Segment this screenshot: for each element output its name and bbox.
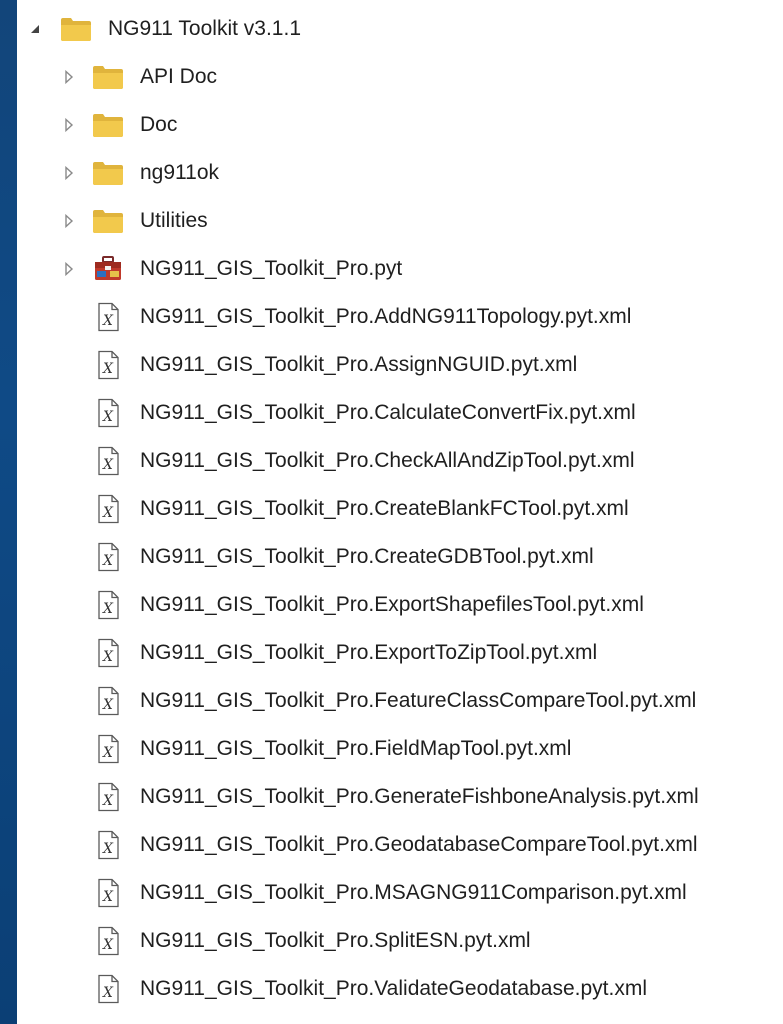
folder-icon [91,110,125,140]
svg-text:X: X [102,361,114,377]
svg-text:X: X [102,409,114,425]
svg-text:X: X [102,745,114,761]
collapsed-triangle-icon[interactable] [62,214,76,228]
tree-item-root[interactable]: NG911 Toolkit v3.1.1 [17,5,783,53]
xml-file-icon: X [91,830,125,860]
tree-item-folder[interactable]: Doc [17,101,783,149]
tree-item-label: NG911_GIS_Toolkit_Pro.CreateGDBTool.pyt.… [140,545,594,568]
xml-file-icon: X [91,350,125,380]
tree-item-label: NG911_GIS_Toolkit_Pro.AddNG911Topology.p… [140,305,632,328]
expanded-triangle-icon[interactable] [28,22,42,36]
collapsed-triangle-icon[interactable] [62,118,76,132]
tree-item-label: Utilities [140,209,208,232]
xml-file-icon: X [91,782,125,812]
tree-item-file[interactable]: X NG911_GIS_Toolkit_Pro.GeodatabaseCompa… [17,821,783,869]
tree-item-label: NG911_GIS_Toolkit_Pro.GeodatabaseCompare… [140,833,698,856]
xml-file-icon: X [91,542,125,572]
tree-item-label: NG911_GIS_Toolkit_Pro.AssignNGUID.pyt.xm… [140,353,578,376]
svg-text:X: X [102,553,114,569]
xml-file-icon: X [91,734,125,764]
tree-item-label: NG911_GIS_Toolkit_Pro.FieldMapTool.pyt.x… [140,737,572,760]
xml-file-icon: X [91,686,125,716]
tree-item-file[interactable]: X NG911_GIS_Toolkit_Pro.FeatureClassComp… [17,677,783,725]
folder-icon [91,62,125,92]
tree-item-label: NG911_GIS_Toolkit_Pro.ExportToZipTool.py… [140,641,598,664]
tree-item-file[interactable]: X NG911_GIS_Toolkit_Pro.CreateBlankFCToo… [17,485,783,533]
xml-file-icon: X [91,878,125,908]
tree-item-file[interactable]: X NG911_GIS_Toolkit_Pro.FieldMapTool.pyt… [17,725,783,773]
svg-text:X: X [102,505,114,521]
tree-item-folder[interactable]: ng911ok [17,149,783,197]
tree-item-label: NG911_GIS_Toolkit_Pro.GenerateFishboneAn… [140,785,699,808]
tree-item-folder[interactable]: Utilities [17,197,783,245]
folder-icon [91,158,125,188]
xml-file-icon: X [91,302,125,332]
folder-icon [59,15,93,43]
collapsed-triangle-icon[interactable] [62,166,76,180]
tree-item-toolbox[interactable]: NG911_GIS_Toolkit_Pro.pyt [17,245,783,293]
svg-text:X: X [102,841,114,857]
xml-file-icon: X [91,974,125,1004]
tree-item-label: NG911_GIS_Toolkit_Pro.ValidateGeodatabas… [140,977,648,1000]
tree-item-file[interactable]: X NG911_GIS_Toolkit_Pro.MSAGNG911Compari… [17,869,783,917]
python-toolbox-icon [91,254,125,284]
svg-text:X: X [102,889,114,905]
svg-text:X: X [102,649,114,665]
xml-file-icon: X [91,494,125,524]
tree-item-label: NG911_GIS_Toolkit_Pro.FeatureClassCompar… [140,689,697,712]
tree-item-file[interactable]: X NG911_GIS_Toolkit_Pro.AssignNGUID.pyt.… [17,341,783,389]
tree-item-label: NG911_GIS_Toolkit_Pro.pyt [140,257,403,280]
collapsed-triangle-icon[interactable] [62,70,76,84]
tree-item-label: NG911_GIS_Toolkit_Pro.MSAGNG911Compariso… [140,881,687,904]
tree-item-file[interactable]: X NG911_GIS_Toolkit_Pro.CalculateConvert… [17,389,783,437]
svg-text:X: X [102,985,114,1001]
svg-text:X: X [102,697,114,713]
tree-item-file[interactable]: X NG911_GIS_Toolkit_Pro.ExportToZipTool.… [17,629,783,677]
folder-tree: NG911 Toolkit v3.1.1 API Doc Doc ng911ok… [17,5,783,1013]
tree-item-label: NG911_GIS_Toolkit_Pro.CalculateConvertFi… [140,401,636,424]
catalog-pane: NG911 Toolkit v3.1.1 API Doc Doc ng911ok… [17,0,783,1024]
tree-item-file[interactable]: X NG911_GIS_Toolkit_Pro.GenerateFishbone… [17,773,783,821]
tree-item-file[interactable]: X NG911_GIS_Toolkit_Pro.ExportShapefiles… [17,581,783,629]
tree-item-label: NG911_GIS_Toolkit_Pro.CheckAllAndZipTool… [140,449,635,472]
collapsed-triangle-icon[interactable] [62,262,76,276]
xml-file-icon: X [91,638,125,668]
svg-text:X: X [102,601,114,617]
xml-file-icon: X [91,398,125,428]
svg-text:X: X [102,793,114,809]
tree-item-label: NG911 Toolkit v3.1.1 [108,17,301,40]
tree-item-label: NG911_GIS_Toolkit_Pro.CreateBlankFCTool.… [140,497,629,520]
folder-icon [91,206,125,236]
tree-item-file[interactable]: X NG911_GIS_Toolkit_Pro.CheckAllAndZipTo… [17,437,783,485]
xml-file-icon: X [91,446,125,476]
tree-item-file[interactable]: X NG911_GIS_Toolkit_Pro.AddNG911Topology… [17,293,783,341]
tree-item-file[interactable]: X NG911_GIS_Toolkit_Pro.ValidateGeodatab… [17,965,783,1013]
tree-item-label: API Doc [140,65,218,88]
xml-file-icon: X [91,926,125,956]
tree-item-label: NG911_GIS_Toolkit_Pro.SplitESN.pyt.xml [140,929,531,952]
tree-item-label: NG911_GIS_Toolkit_Pro.ExportShapefilesTo… [140,593,644,616]
tree-item-folder[interactable]: API Doc [17,53,783,101]
svg-text:X: X [102,937,114,953]
tree-item-label: ng911ok [140,161,220,184]
tree-item-file[interactable]: X NG911_GIS_Toolkit_Pro.CreateGDBTool.py… [17,533,783,581]
tree-item-label: Doc [140,113,178,136]
svg-text:X: X [102,313,114,329]
svg-text:X: X [102,457,114,473]
tree-item-file[interactable]: X NG911_GIS_Toolkit_Pro.SplitESN.pyt.xml [17,917,783,965]
xml-file-icon: X [91,590,125,620]
